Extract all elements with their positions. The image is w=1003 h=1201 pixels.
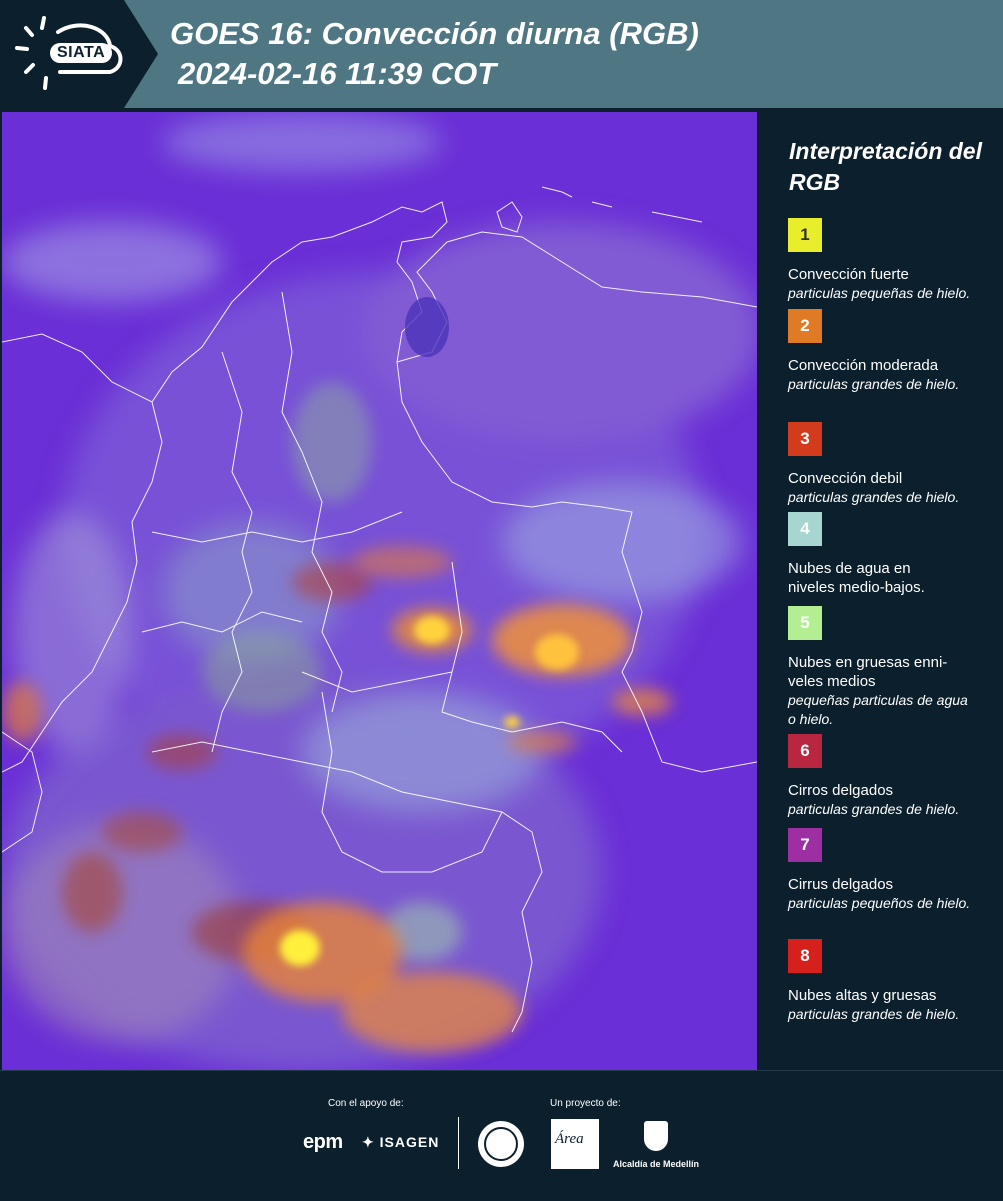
legend-item-title: Nubes de agua en niveles medio-bajos. xyxy=(788,560,925,596)
legend-item-subtitle: particulas grandes de hielo. xyxy=(788,489,960,505)
legend-item-subtitle: particulas pequeñas de hielo. xyxy=(788,285,971,301)
project-label: Un proyecto de: xyxy=(550,1098,621,1109)
legend-item-subtitle: particulas grandes de hielo. xyxy=(788,1006,960,1022)
siata-logo: SIATA xyxy=(50,43,113,63)
legend-item-8: 8 Nubes altas y gruesas particulas grand… xyxy=(788,939,993,1024)
legend-item-subtitle: pequeñas particulas de agua o hielo. xyxy=(788,692,968,727)
legend-number: 2 xyxy=(800,316,810,335)
satellite-map-image xyxy=(2,112,757,1070)
legend-swatch-6: 6 xyxy=(788,734,822,768)
university-seal-icon xyxy=(478,1121,524,1167)
legend-title: Interpretación del RGB xyxy=(789,138,982,195)
legend-number: 4 xyxy=(800,519,810,538)
legend-number: 5 xyxy=(800,613,810,632)
satellite-map xyxy=(2,112,757,1070)
legend-item-5: 5 Nubes en gruesas enni-veles medios peq… xyxy=(788,606,993,729)
isagen-star-icon: ✦ xyxy=(362,1134,375,1150)
legend-item-title: Cirrus delgados xyxy=(788,876,894,893)
lake-shape xyxy=(405,297,449,357)
legend-item-4: 4 Nubes de agua en niveles medio-bajos. xyxy=(788,512,993,597)
legend-swatch-3: 3 xyxy=(788,422,822,456)
legend-item-subtitle: particulas grandes de hielo. xyxy=(788,801,960,817)
legend-item-title: Convección debil xyxy=(788,470,903,487)
legend-swatch-1: 1 xyxy=(788,218,822,252)
title-product: GOES 16: Convección diurna (RGB) xyxy=(170,16,699,51)
legend-panel: Interpretación del RGB 1 Convección fuer… xyxy=(760,112,1003,1070)
legend-swatch-7: 7 xyxy=(788,828,822,862)
legend-item-1: 1 Convección fuerte particulas pequeñas … xyxy=(788,218,993,303)
legend-swatch-8: 8 xyxy=(788,939,822,973)
legend-number: 6 xyxy=(800,741,810,760)
isagen-logo: ✦ ISAGEN xyxy=(362,1134,439,1151)
legend-swatch-4: 4 xyxy=(788,512,822,546)
legend-swatch-5: 5 xyxy=(788,606,822,640)
legend-item-7: 7 Cirrus delgados particulas pequeños de… xyxy=(788,828,993,913)
page-title: GOES 16: Convección diurna (RGB) 2024-02… xyxy=(170,14,699,94)
legend-swatch-2: 2 xyxy=(788,309,822,343)
isagen-text: ISAGEN xyxy=(379,1134,440,1150)
legend-number: 1 xyxy=(800,225,810,244)
legend-item-2: 2 Convección moderada particulas grandes… xyxy=(788,309,993,394)
footer-divider xyxy=(458,1117,459,1169)
header-bar: SIATA GOES 16: Convección diurna (RGB) 2… xyxy=(0,0,1003,108)
legend-item-subtitle: particulas grandes de hielo. xyxy=(788,376,960,392)
legend-item-title: Convección fuerte xyxy=(788,266,909,283)
legend-item-title: Nubes en gruesas enni-veles medios xyxy=(788,654,948,690)
legend-number: 8 xyxy=(800,946,810,965)
area-metropolitana-logo: Área xyxy=(551,1119,599,1169)
legend-item-subtitle: particulas pequeños de hielo. xyxy=(788,895,971,911)
legend-item-title: Cirros delgados xyxy=(788,782,894,799)
legend-item-6: 6 Cirros delgados particulas grandes de … xyxy=(788,734,993,819)
legend-number: 7 xyxy=(800,835,810,854)
alcaldia-label: Alcaldía de Medellín xyxy=(613,1159,700,1169)
epm-logo: epm xyxy=(303,1131,343,1153)
legend-item-3: 3 Convección debil particulas grandes de… xyxy=(788,422,993,507)
title-timestamp: 2024-02-16 11:39 COT xyxy=(178,56,497,91)
support-label: Con el apoyo de: xyxy=(328,1098,404,1109)
legend-item-title: Nubes altas y gruesas xyxy=(788,987,937,1004)
legend-item-title: Convección moderada xyxy=(788,357,939,374)
area-logo-text: Área xyxy=(555,1131,584,1147)
legend-number: 3 xyxy=(800,429,810,448)
footer: Con el apoyo de: Un proyecto de: epm ✦ I… xyxy=(0,1070,1003,1201)
alcaldia-shield-icon xyxy=(644,1121,668,1151)
